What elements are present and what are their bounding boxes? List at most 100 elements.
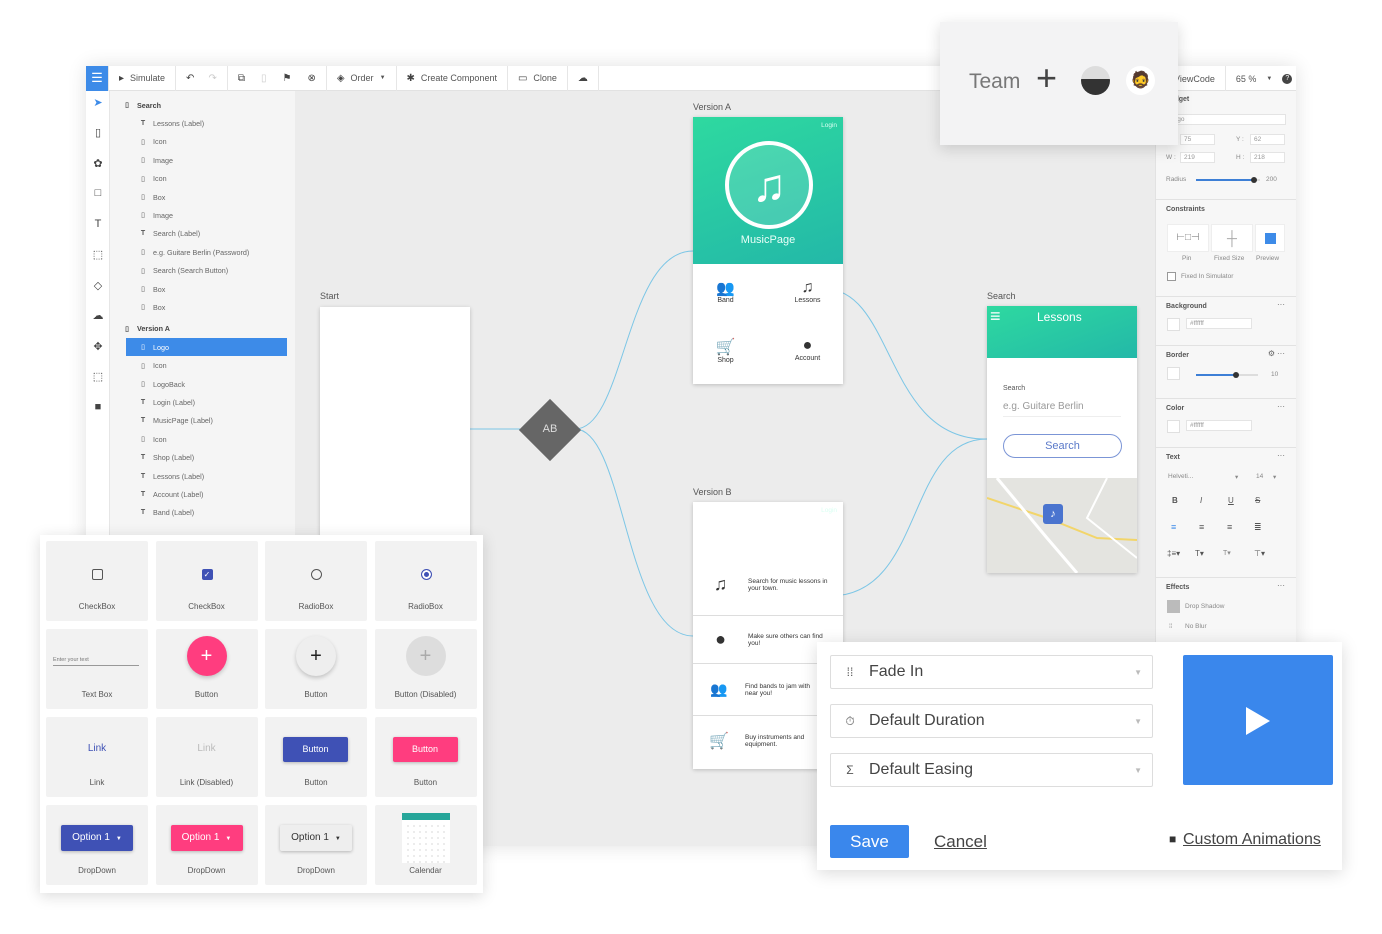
italic-icon[interactable]: I [1200, 496, 1202, 505]
layer-item[interactable]: ▯ Box [110, 280, 295, 298]
preview-play-button[interactable] [1183, 655, 1333, 785]
layer-item[interactable]: ▯ Icon [110, 430, 295, 448]
selection-icon[interactable]: ⬚ [86, 370, 110, 383]
clone-button[interactable]: ▭ Clone [508, 66, 568, 91]
border-slider[interactable] [1196, 372, 1258, 378]
widget-link-disabled[interactable]: Link Link (Disabled) [155, 717, 258, 797]
easing-select[interactable]: Σ Default Easing ▼ [830, 753, 1153, 787]
font-size-dropdown[interactable]: 14 [1256, 473, 1263, 480]
menu-button[interactable]: ☰ [86, 66, 109, 91]
rectangle-icon[interactable]: □ [86, 187, 110, 199]
login-link[interactable]: Login [821, 507, 837, 514]
list-item[interactable]: ♫ Search for music lessons in your town. [693, 554, 843, 616]
color-field[interactable]: #ffffff [1186, 420, 1252, 431]
hamburger-icon[interactable]: ≡ [990, 306, 1001, 327]
layer-item[interactable]: ▯ e.g. Guitare Berlin (Password) [110, 243, 295, 261]
widget-textbox[interactable]: Enter your text Text Box [46, 629, 148, 709]
pointer-icon[interactable]: ➤ [86, 96, 110, 109]
more-icon[interactable]: ··· [1277, 300, 1285, 309]
widget-checkbox-checked[interactable]: ✓ CheckBox [155, 541, 258, 621]
color-swatch[interactable] [1167, 420, 1180, 433]
w-field[interactable]: 219 [1180, 152, 1215, 163]
search-input[interactable]: e.g. Guitare Berlin [1003, 401, 1121, 417]
text-small-icon[interactable]: T▾ [1223, 549, 1231, 557]
border-swatch[interactable] [1167, 367, 1180, 380]
radio-checked-icon[interactable] [420, 569, 432, 580]
layer-item[interactable]: ▯ Search (Search Button) [110, 262, 295, 280]
widget-dd-pink[interactable]: Option 1 ▼ DropDown [155, 805, 258, 885]
calendar-preview[interactable] [401, 813, 450, 863]
name-field[interactable]: Logo [1166, 114, 1286, 125]
format-painter-icon[interactable]: ⚑ [282, 73, 291, 84]
underline-icon[interactable]: U [1228, 496, 1234, 505]
widget-radio-checked[interactable]: RadioBox [374, 541, 477, 621]
more-icon[interactable]: ··· [1277, 349, 1285, 358]
slider-handle[interactable] [1233, 372, 1240, 378]
cloud-upload-button[interactable]: ☁ [568, 66, 599, 91]
add-member-icon[interactable]: + [1036, 60, 1057, 96]
checkbox-checked-icon[interactable]: ✓ [201, 569, 213, 580]
redo-icon[interactable]: ↷ [208, 73, 216, 84]
band-tile[interactable]: 👥 Band [703, 279, 748, 304]
plus-icon[interactable]: + [296, 636, 336, 676]
fixed-size-constraint[interactable]: ┼ [1211, 224, 1253, 252]
start-screen[interactable]: ♫ MusicPage [320, 307, 470, 547]
version-a-screen[interactable]: Login ♫ MusicPage 👥 Band ♫ Lessons 🛒 Shop ●… [693, 117, 843, 384]
cancel-link[interactable]: Cancel [934, 832, 987, 852]
text-input[interactable]: Enter your text [53, 657, 139, 666]
widget-btn-pink[interactable]: Button Button [374, 717, 477, 797]
gear-icon[interactable]: ⚙ [1268, 349, 1275, 358]
shop-tile[interactable]: 🛒 Shop [703, 337, 748, 364]
text-size-icon[interactable]: T▾ [1195, 549, 1204, 558]
widget-checkbox[interactable]: CheckBox [46, 541, 148, 621]
widget-fab-light[interactable]: + Button [265, 629, 367, 709]
map-pin-music-icon[interactable]: ♪ [1043, 504, 1063, 524]
layer-item[interactable]: ▯ Box [110, 298, 295, 316]
copy-icon[interactable]: ⧉ [238, 73, 245, 84]
more-icon[interactable]: ··· [1277, 581, 1285, 590]
search-button[interactable]: Search [1003, 434, 1122, 458]
align-right-icon[interactable]: ≡ [1227, 522, 1232, 532]
pin-constraint[interactable]: ⊢□⊣ [1167, 224, 1209, 252]
paste-icon[interactable]: ▯ [261, 73, 267, 84]
drop-shadow-swatch[interactable] [1167, 600, 1180, 613]
layer-item[interactable]: ▯ LogoBack [110, 375, 295, 393]
account-tile[interactable]: ● Account [785, 337, 830, 362]
text-icon[interactable]: T [86, 218, 110, 230]
effect-select[interactable]: ⁞⁞ Fade In ▼ [830, 655, 1153, 689]
save-button[interactable]: Save [830, 825, 909, 858]
layer-item[interactable]: T Shop (Label) [110, 449, 295, 467]
widget-calendar[interactable]: Calendar [374, 805, 477, 885]
justify-icon[interactable]: ≣ [1254, 522, 1262, 533]
plus-icon[interactable]: + [186, 636, 227, 676]
layer-item[interactable]: ▯ Search [110, 96, 295, 114]
h-field[interactable]: 218 [1250, 152, 1285, 163]
phone-icon[interactable]: ▯ [86, 126, 110, 139]
avatar[interactable]: 🧔 [1126, 66, 1155, 95]
layer-item[interactable]: T Lessons (Label) [110, 114, 295, 132]
layer-item[interactable]: T Search (Label) [110, 225, 295, 243]
checkbox-icon[interactable] [92, 569, 103, 580]
comment-icon[interactable]: ■ [86, 401, 110, 413]
button[interactable]: Button [283, 737, 348, 762]
login-link[interactable]: Login [821, 122, 837, 129]
create-component-button[interactable]: ✱ Create Component [397, 66, 508, 91]
align-left-icon[interactable]: ≡ [1171, 522, 1176, 532]
viewcode-button[interactable]: ViewCode [1174, 74, 1215, 84]
layer-item[interactable]: ▯ Icon [110, 170, 295, 188]
layer-item[interactable]: T MusicPage (Label) [110, 412, 295, 430]
map[interactable]: ♪ [987, 478, 1137, 573]
link[interactable]: Link [46, 743, 148, 754]
layer-item[interactable]: ▯ Box [110, 188, 295, 206]
bold-icon[interactable]: B [1172, 496, 1178, 505]
custom-animations-link[interactable]: Custom Animations [1183, 831, 1321, 849]
strikethrough-icon[interactable]: S [1255, 496, 1260, 505]
avatar[interactable] [1081, 66, 1110, 95]
more-icon[interactable]: ··· [1277, 402, 1285, 411]
order-dropdown[interactable]: ◈ Order ▼ [327, 66, 397, 91]
widget-link[interactable]: Link Link [46, 717, 148, 797]
dropdown[interactable]: Option 1 ▼ [61, 825, 133, 851]
layer-item[interactable]: T Lessons (Label) [110, 467, 295, 485]
layer-item[interactable]: ▯ Version A [110, 320, 295, 338]
diamond-icon[interactable]: ◇ [86, 279, 110, 292]
